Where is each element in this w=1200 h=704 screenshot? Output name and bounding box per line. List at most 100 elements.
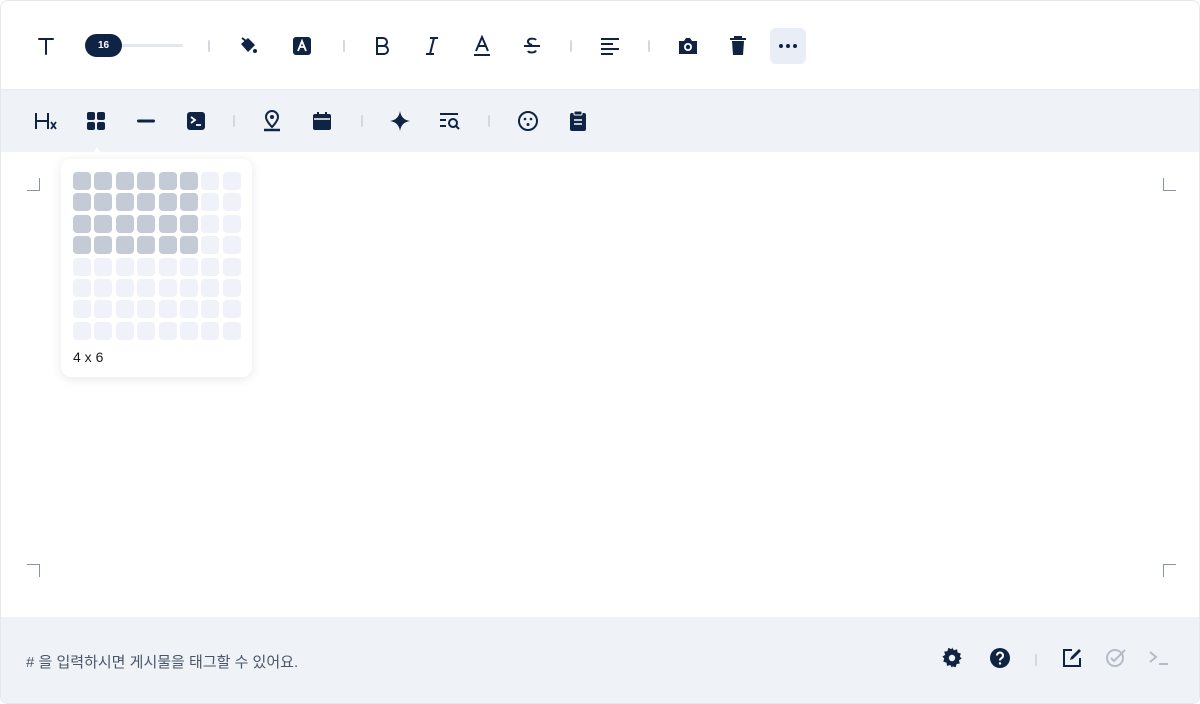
grid-cell[interactable] [201,172,220,190]
grid-cell[interactable] [179,257,198,276]
font-size-thumb[interactable]: 16 [85,34,122,57]
text-icon[interactable] [28,28,64,64]
grid-cell[interactable] [115,278,134,297]
grid-cell[interactable] [137,214,156,233]
grid-cell[interactable] [158,193,177,212]
grid-cell[interactable] [94,172,113,190]
grid-cell[interactable] [201,278,220,297]
table-size-grid[interactable] [73,172,241,340]
grid-cell[interactable] [222,214,241,233]
grid-cell[interactable] [201,193,220,212]
grid-cell[interactable] [115,214,134,233]
more-icon[interactable] [770,28,806,64]
location-icon[interactable] [254,103,290,139]
grid-cell[interactable] [201,300,220,319]
fill-color-icon[interactable] [230,28,266,64]
grid-cell[interactable] [201,236,220,255]
grid-cell[interactable] [222,236,241,255]
font-size-slider[interactable]: 16 [85,34,185,58]
grid-cell[interactable] [73,278,91,297]
grid-cell[interactable] [115,300,134,319]
grid-cell[interactable] [179,214,198,233]
grid-cell[interactable] [94,193,113,212]
grid-cell[interactable] [73,321,91,340]
grid-cell[interactable] [73,214,91,233]
spellcheck-icon[interactable] [1098,640,1134,676]
help-icon[interactable] [982,640,1018,676]
grid-cell[interactable] [137,193,156,212]
grid-cell[interactable] [201,321,220,340]
grid-cell[interactable] [137,278,156,297]
grid-cell[interactable] [201,214,220,233]
grid-cell[interactable] [73,257,91,276]
grid-cell[interactable] [73,193,91,212]
bold-icon[interactable] [364,28,400,64]
grid-cell[interactable] [222,278,241,297]
divider [361,115,363,127]
grid-cell[interactable] [179,193,198,212]
grid-cell[interactable] [73,172,91,190]
grid-cell[interactable] [137,172,156,190]
content-corner-bottom-right [1163,564,1176,577]
grid-cell[interactable] [115,172,134,190]
sparkle-icon[interactable] [382,103,418,139]
divider [1035,654,1037,666]
grid-cell[interactable] [179,278,198,297]
grid-cell[interactable] [158,300,177,319]
table-icon[interactable] [78,103,114,139]
insert-toolbar [1,90,1199,152]
grid-cell[interactable] [158,236,177,255]
grid-cell[interactable] [179,172,198,190]
text-color-icon[interactable] [284,28,320,64]
grid-cell[interactable] [222,257,241,276]
grid-cell[interactable] [158,214,177,233]
grid-cell[interactable] [94,321,113,340]
emoji-icon[interactable] [510,103,546,139]
grid-cell[interactable] [115,257,134,276]
grid-cell[interactable] [94,278,113,297]
grid-cell[interactable] [115,236,134,255]
grid-cell[interactable] [137,236,156,255]
grid-cell[interactable] [94,257,113,276]
popup-arrow [90,147,104,159]
horizontal-rule-icon[interactable] [128,103,164,139]
grid-cell[interactable] [158,278,177,297]
grid-cell[interactable] [73,236,91,255]
grid-cell[interactable] [94,214,113,233]
calendar-icon[interactable] [304,103,340,139]
grid-cell[interactable] [137,257,156,276]
edit-icon[interactable] [1054,640,1090,676]
grid-cell[interactable] [201,257,220,276]
terminal-icon[interactable] [1141,640,1177,676]
grid-cell[interactable] [137,321,156,340]
trash-icon[interactable] [720,28,756,64]
grid-cell[interactable] [73,300,91,319]
settings-icon[interactable] [934,640,970,676]
camera-icon[interactable] [670,28,706,64]
slider-track [115,44,183,47]
grid-cell[interactable] [158,257,177,276]
grid-cell[interactable] [222,193,241,212]
heading-icon[interactable] [28,103,64,139]
underline-icon[interactable] [464,28,500,64]
grid-cell[interactable] [222,300,241,319]
content-corner-top-left [27,178,40,191]
grid-cell[interactable] [115,193,134,212]
grid-cell[interactable] [137,300,156,319]
grid-cell[interactable] [179,321,198,340]
grid-cell[interactable] [158,172,177,190]
grid-cell[interactable] [179,236,198,255]
grid-cell[interactable] [94,300,113,319]
strikethrough-icon[interactable] [514,28,550,64]
find-replace-icon[interactable] [432,103,468,139]
align-left-icon[interactable] [592,28,628,64]
grid-cell[interactable] [158,321,177,340]
grid-cell[interactable] [115,321,134,340]
italic-icon[interactable] [414,28,450,64]
clipboard-icon[interactable] [560,103,596,139]
grid-cell[interactable] [94,236,113,255]
grid-cell[interactable] [222,321,241,340]
grid-cell[interactable] [222,172,241,190]
code-block-icon[interactable] [178,103,214,139]
grid-cell[interactable] [179,300,198,319]
